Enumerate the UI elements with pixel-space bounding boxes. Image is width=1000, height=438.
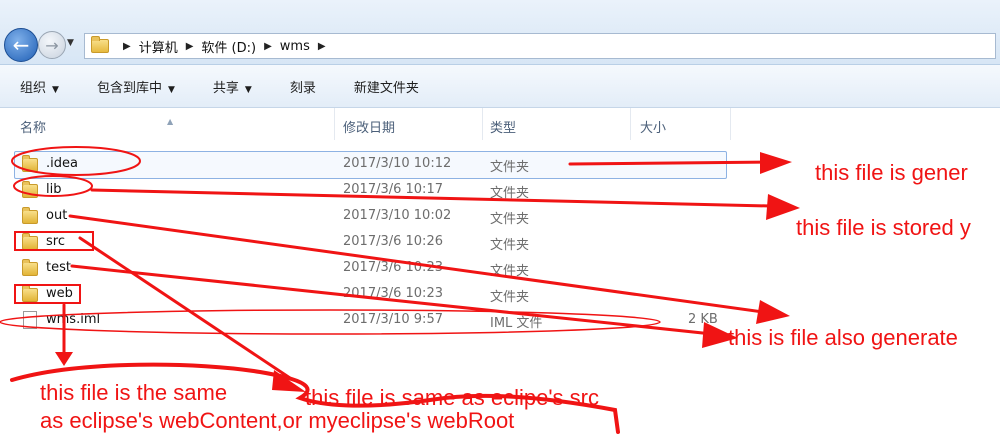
arrowhead-idea — [760, 152, 792, 174]
annotation-idea: this file is gener — [815, 160, 968, 185]
annotation-iml: this is file also generate — [728, 325, 958, 350]
arrow-out — [68, 214, 772, 315]
arrow-idea — [568, 160, 772, 166]
annotation-web-line2: as eclipse's webContent,or myeclipse's w… — [40, 408, 515, 433]
annotation-src: this file is same as eclipe's src — [305, 385, 599, 410]
annotation-web-line1: this file is the same — [40, 380, 228, 405]
arrowhead-out — [756, 300, 790, 324]
arrow-test — [70, 264, 714, 336]
arrow-src-down — [78, 236, 292, 380]
circle-lib — [13, 175, 93, 197]
circle-idea — [11, 146, 141, 176]
annotation-lib: this file is stored y — [796, 215, 971, 240]
box-web — [14, 284, 81, 304]
arrowhead-web — [55, 352, 73, 366]
arrowhead-lib — [766, 194, 800, 220]
circle-wms-iml — [0, 309, 661, 335]
box-src — [14, 231, 94, 251]
arrow-lib — [90, 188, 772, 208]
